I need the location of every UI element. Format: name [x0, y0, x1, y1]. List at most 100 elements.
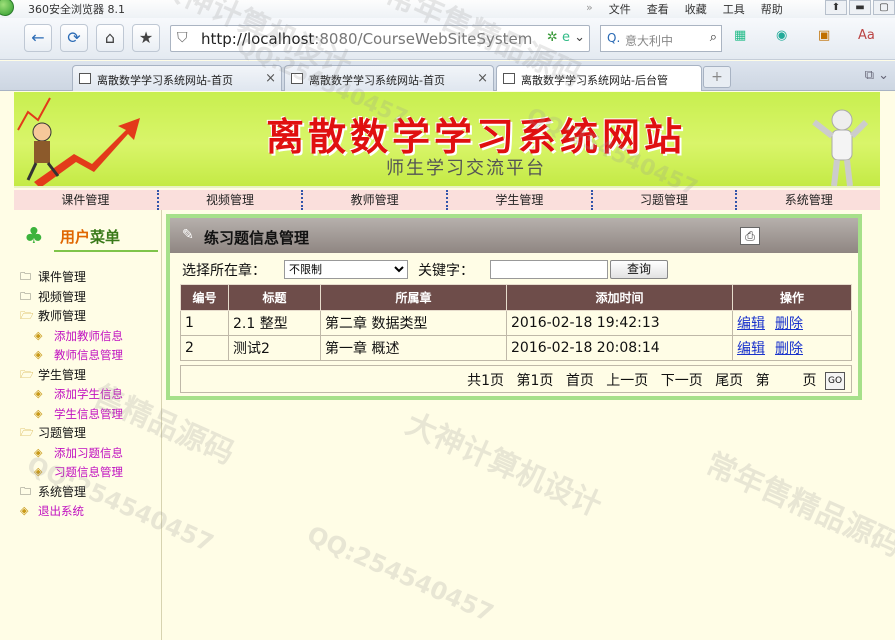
user-menu-heading: ♣ 用户菜单: [18, 222, 158, 252]
pager-last[interactable]: 尾页: [715, 373, 743, 389]
menu-tools[interactable]: 工具: [723, 1, 745, 17]
sidebar-item-exercise-manage[interactable]: ◈ 习题信息管理: [18, 463, 158, 483]
minimize-icon[interactable]: ▬: [849, 0, 871, 15]
tab-admin[interactable]: 离散数学学习系统网站-后台管: [496, 65, 702, 91]
favorite-button[interactable]: ★: [132, 24, 160, 52]
query-button[interactable]: 查询: [610, 260, 668, 279]
close-icon[interactable]: ×: [477, 71, 488, 86]
browser-titlebar: 360安全浏览器 8.1 » 文件 查看 收藏 工具 帮助 ⬆ ▬ ▢: [0, 0, 895, 18]
delete-link[interactable]: 删除: [775, 316, 803, 332]
pager-next[interactable]: 下一页: [661, 373, 703, 389]
sidebar-item-add-teacher[interactable]: ◈ 添加教师信息: [18, 327, 158, 347]
go-button[interactable]: GO: [825, 372, 845, 390]
menu-overflow-icon[interactable]: »: [586, 1, 593, 17]
edit-link[interactable]: 编辑: [737, 341, 765, 357]
address-bar[interactable]: ⛉ http://localhost:8080/CourseWebSiteSys…: [170, 25, 590, 52]
folder-icon: 🗀: [20, 270, 31, 283]
exercise-table: 编号 标题 所属章 添加时间 操作 1 2.1 整型 第二章 数据类型 2016…: [180, 284, 852, 361]
menu-favorites[interactable]: 收藏: [685, 1, 707, 17]
page-icon: ◈: [34, 445, 43, 459]
tab-bar: ☁ 离散数学学习系统网站-首页 × 离散数学学习系统网站-首页 × 离散数学学习…: [0, 61, 895, 147]
sidebar-item-student[interactable]: 🗁 学生管理: [18, 366, 158, 386]
sidebar-item-student-manage[interactable]: ◈ 学生信息管理: [18, 405, 158, 425]
top-menu-video[interactable]: 视频管理: [159, 190, 304, 210]
page-icon: ◈: [34, 348, 43, 361]
tab-label: 离散数学学习系统网站-首页: [97, 74, 233, 87]
extension-icon[interactable]: ▣: [818, 28, 830, 43]
page-favicon-icon: [79, 73, 91, 84]
pager-jump-prefix: 第: [755, 373, 770, 389]
maximize-icon[interactable]: ▢: [873, 0, 895, 15]
new-tab-button[interactable]: +: [703, 66, 731, 88]
page-icon: ◈: [34, 406, 43, 420]
menu-file[interactable]: 文件: [609, 1, 631, 17]
pager-current: 第1页: [516, 373, 554, 389]
address-dropdown-icon[interactable]: ⌄: [574, 30, 585, 45]
skin-icon[interactable]: ⬆: [825, 0, 847, 15]
cell-chapter: 第一章 概述: [320, 335, 507, 361]
edit-link[interactable]: 编辑: [737, 316, 765, 332]
address-url[interactable]: http://localhost:8080/CourseWebSiteSyste…: [201, 30, 532, 48]
pager-total: 共1页: [467, 373, 504, 389]
cell-actions: 编辑 删除: [732, 310, 852, 336]
ie-mode-icon[interactable]: e: [562, 30, 570, 45]
keyword-input[interactable]: [490, 260, 608, 279]
page-number-input[interactable]: [774, 373, 799, 389]
pager: 共1页 第1页 首页 上一页 下一页 尾页 第 页 GO: [180, 365, 852, 393]
site-banner: 离散数学学习系统网站 师生学习交流平台: [14, 92, 880, 188]
sidebar-item-teacher[interactable]: 🗁 教师管理: [18, 307, 158, 327]
pager-prev[interactable]: 上一页: [606, 373, 648, 389]
tab-home-1[interactable]: 离散数学学习系统网站-首页 ×: [72, 65, 282, 91]
top-menu-student[interactable]: 学生管理: [448, 190, 593, 210]
translate-icon[interactable]: Aa: [858, 28, 875, 43]
print-icon[interactable]: ⎙: [740, 227, 760, 245]
site-subtitle: 师生学习交流平台: [386, 158, 546, 179]
security-icon[interactable]: ◉: [776, 28, 787, 43]
sidebar-item-add-student[interactable]: ◈ 添加学生信息: [18, 385, 158, 405]
back-button[interactable]: ←: [24, 24, 52, 52]
refresh-icon: ⟳: [67, 28, 81, 47]
cell-time: 2016-02-18 19:42:13: [506, 310, 733, 336]
sidebar-item-add-exercise[interactable]: ◈ 添加习题信息: [18, 444, 158, 464]
menu-help[interactable]: 帮助: [761, 1, 783, 17]
panel-header: ✎ 练习题信息管理 ⎙: [170, 218, 858, 253]
search-input[interactable]: Q. 意大利中 ⌕: [600, 25, 722, 52]
apps-icon[interactable]: ▦: [734, 28, 746, 43]
top-menu-system[interactable]: 系统管理: [737, 190, 880, 210]
sidebar-item-courseware[interactable]: 🗀 课件管理: [18, 268, 158, 288]
growth-chart-icon: [17, 97, 140, 186]
tab-label: 离散数学学习系统网站-首页: [309, 74, 445, 87]
search-placeholder: 意大利中: [625, 34, 674, 48]
col-title: 标题: [228, 284, 321, 311]
search-engine-icon[interactable]: Q.: [607, 31, 620, 45]
sidebar-item-system[interactable]: 🗀 系统管理: [18, 483, 158, 503]
tab-list-icon[interactable]: ⧉ ⌄: [865, 68, 889, 83]
figure-icon: [812, 109, 869, 186]
sidebar-item-logout[interactable]: ◈ 退出系统: [18, 502, 158, 522]
sidebar-item-exercise[interactable]: 🗁 习题管理: [18, 424, 158, 444]
sidebar-item-teacher-manage[interactable]: ◈ 教师信息管理: [18, 346, 158, 366]
pager-first[interactable]: 首页: [566, 373, 594, 389]
top-menu-courseware[interactable]: 课件管理: [14, 190, 159, 210]
tab-home-2[interactable]: 离散数学学习系统网站-首页 ×: [284, 65, 494, 91]
sidebar: ♣ 用户菜单 🗀 课件管理 🗀 视频管理 🗁 教师管理 ◈ 添加教师信息 ◈ 教师信息管理…: [14, 210, 162, 640]
chapter-select[interactable]: 不限制: [284, 260, 408, 279]
plus-icon: +: [711, 69, 723, 85]
close-icon[interactable]: ×: [265, 71, 276, 86]
page-content: 离散数学学习系统网站 师生学习交流平台 课件管理 视频管理 教师管理 学生管理 …: [0, 92, 895, 640]
menu-view[interactable]: 查看: [647, 1, 669, 17]
search-icon[interactable]: ⌕: [710, 30, 717, 45]
refresh-button[interactable]: ⟳: [60, 24, 88, 52]
home-button[interactable]: ⌂: [96, 24, 124, 52]
top-menu-exercise[interactable]: 习题管理: [593, 190, 738, 210]
sidebar-item-video[interactable]: 🗀 视频管理: [18, 288, 158, 308]
col-chapter: 所属章: [320, 284, 507, 311]
top-menu-teacher[interactable]: 教师管理: [303, 190, 449, 210]
table-row: 2 测试2 第一章 概述 2016-02-18 20:08:14 编辑 删除: [180, 335, 852, 361]
table-header-row: 编号 标题 所属章 添加时间 操作: [180, 284, 852, 311]
sidebar-tree: 🗀 课件管理 🗀 视频管理 🗁 教师管理 ◈ 添加教师信息 ◈ 教师信息管理 🗁 学生管理 …: [18, 268, 158, 522]
page-icon: ◈: [34, 387, 43, 400]
window-buttons: ⬆ ▬ ▢: [823, 0, 895, 15]
delete-link[interactable]: 删除: [775, 341, 803, 357]
keyword-label: 关键字：: [418, 263, 474, 279]
